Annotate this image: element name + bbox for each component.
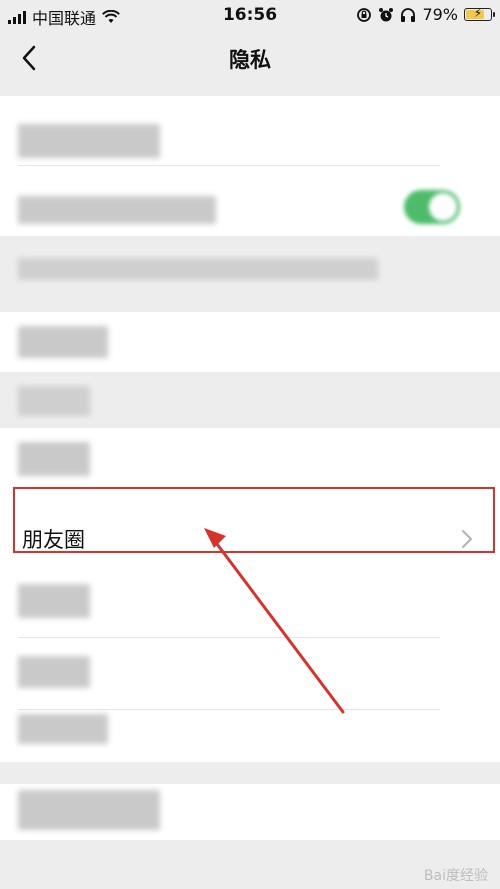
status-bar: 中国联通 16:56 79% ⚡ [0, 0, 500, 30]
section-gap [0, 762, 500, 784]
settings-list: 朋友圈 [0, 96, 500, 840]
settings-row-blurred[interactable] [0, 784, 500, 840]
page-title: 隐私 [229, 48, 271, 72]
headphones-icon [401, 7, 416, 22]
settings-row-toggle-blurred[interactable] [0, 166, 500, 236]
section-footer-blurred [0, 236, 500, 312]
settings-row-blurred[interactable] [0, 96, 500, 166]
section-header-blurred [0, 372, 500, 428]
settings-row-blurred[interactable] [0, 312, 500, 372]
battery-charging-icon: ⚡ [464, 6, 495, 21]
settings-row-blurred[interactable] [0, 710, 500, 762]
alarm-icon [379, 7, 394, 21]
rotation-lock-icon [357, 7, 372, 22]
status-right: 79% ⚡ [356, 5, 495, 24]
navigation-bar: 隐私 [0, 30, 500, 86]
settings-row-blurred[interactable] [0, 638, 500, 710]
settings-row-blurred[interactable] [0, 574, 500, 638]
watermark: Bai度经验 [423, 868, 488, 884]
toggle-switch[interactable] [404, 190, 460, 224]
battery-percent: 79% [422, 5, 458, 24]
highlight-box [13, 487, 495, 553]
